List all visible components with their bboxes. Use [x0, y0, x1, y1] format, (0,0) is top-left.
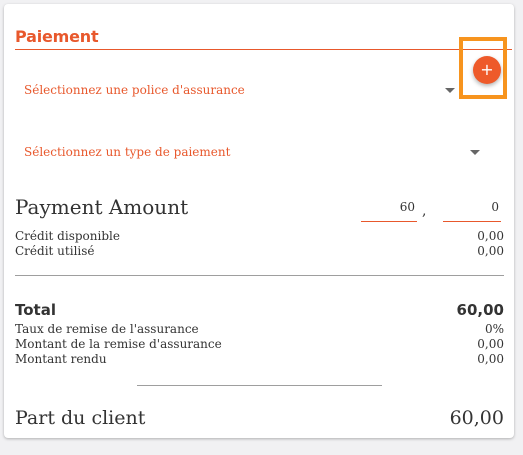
- insurance-policy-placeholder: Sélectionnez une police d'assurance: [24, 83, 245, 97]
- change-returned-row: Montant rendu 0,00: [15, 352, 504, 367]
- change-returned-value: 0,00: [477, 352, 504, 366]
- chevron-down-icon: [470, 150, 480, 155]
- insurance-policy-select[interactable]: Sélectionnez une police d'assurance: [15, 75, 455, 105]
- payment-type-placeholder: Sélectionnez un type de paiement: [24, 145, 231, 159]
- amount-separator: ,: [422, 203, 427, 219]
- credit-available-value: 0,00: [477, 229, 504, 243]
- payment-amount-label: Payment Amount: [15, 195, 189, 219]
- chevron-down-icon: [445, 88, 455, 93]
- client-share-label: Part du client: [15, 407, 146, 429]
- payment-type-select[interactable]: Sélectionnez un type de paiement: [15, 137, 480, 167]
- payment-title: Paiement: [15, 27, 99, 46]
- credit-used-value: 0,00: [477, 244, 504, 258]
- total-label: Total: [15, 301, 56, 319]
- payment-card: Paiement Sélectionnez une police d'assur…: [4, 4, 514, 438]
- change-returned-label: Montant rendu: [15, 352, 107, 366]
- payment-amount-decimal-input[interactable]: 0: [443, 200, 501, 222]
- total-row: Total 60,00: [15, 301, 504, 321]
- insurance-discount-rate-label: Taux de remise de l'assurance: [15, 322, 199, 336]
- insurance-discount-amount-value: 0,00: [477, 337, 504, 351]
- insurance-discount-amount-row: Montant de la remise d'assurance 0,00: [15, 337, 504, 352]
- summary-divider: [137, 385, 382, 386]
- credit-used-label: Crédit utilisé: [15, 244, 95, 258]
- insurance-discount-rate-row: Taux de remise de l'assurance 0%: [15, 322, 504, 337]
- client-share-value: 60,00: [449, 407, 504, 429]
- credit-available-row: Crédit disponible 0,00: [15, 229, 504, 244]
- insurance-discount-amount-label: Montant de la remise d'assurance: [15, 337, 222, 351]
- add-policy-button[interactable]: +: [473, 56, 501, 84]
- title-underline: [15, 49, 512, 50]
- credit-used-row: Crédit utilisé 0,00: [15, 244, 504, 259]
- insurance-discount-rate-value: 0%: [484, 322, 504, 336]
- client-share-row: Part du client 60,00: [15, 407, 504, 433]
- payment-amount-integer-input[interactable]: 60: [361, 200, 417, 222]
- plus-icon: +: [480, 60, 494, 79]
- section-divider: [15, 275, 504, 276]
- total-value: 60,00: [456, 301, 504, 319]
- credit-available-label: Crédit disponible: [15, 229, 120, 243]
